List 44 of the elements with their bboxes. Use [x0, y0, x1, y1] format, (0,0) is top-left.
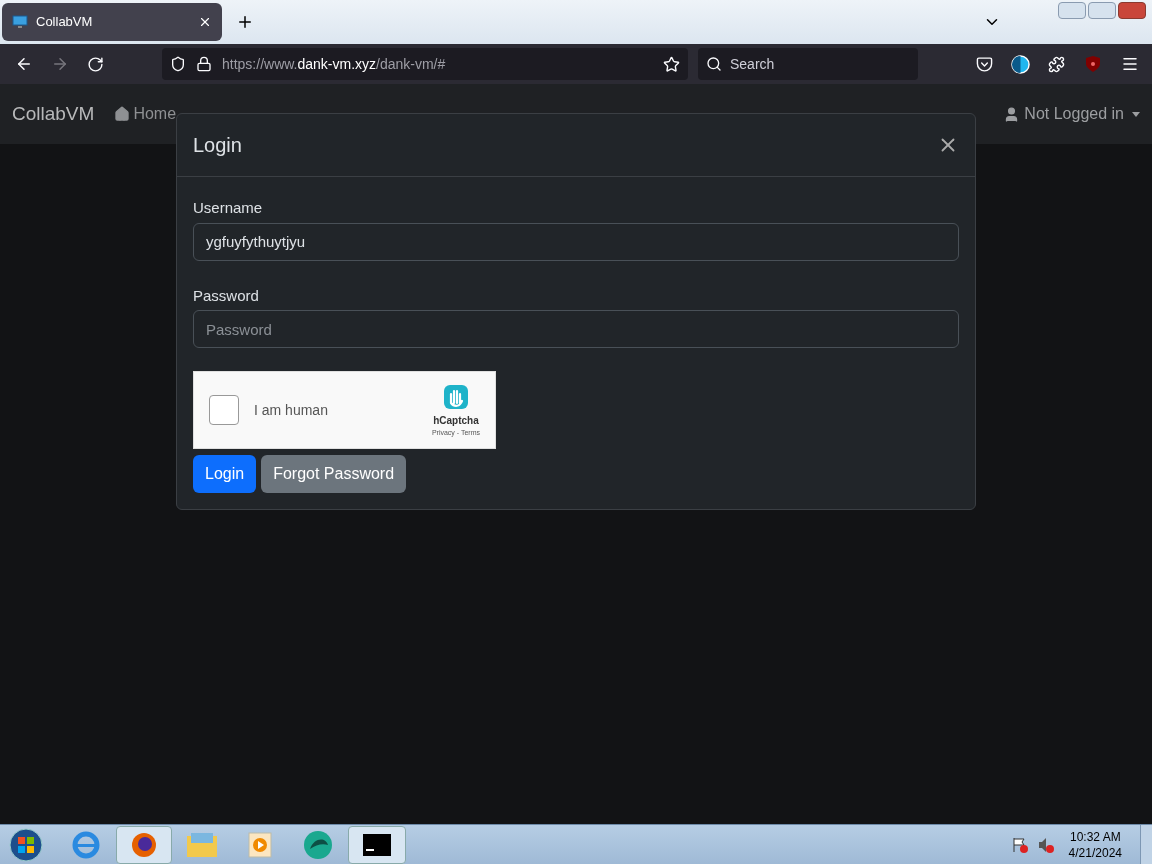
- pocket-icon[interactable]: [976, 55, 993, 73]
- url-text: https://www.dank-vm.xyz/dank-vm/#: [222, 54, 447, 74]
- captcha-brand: hCaptcha: [433, 414, 479, 429]
- nav-link[interactable]: Home: [133, 102, 177, 126]
- clock[interactable]: 10:32 AM 4/21/2024: [1068, 828, 1122, 861]
- login-button[interactable]: Login: [193, 455, 257, 493]
- star-icon[interactable]: [663, 55, 680, 73]
- reload-icon[interactable]: [87, 55, 104, 73]
- home-icon: [114, 106, 131, 122]
- shield-badge-icon[interactable]: [1085, 55, 1101, 73]
- terminal-icon: [363, 833, 391, 856]
- caret-icon[interactable]: [1132, 111, 1140, 117]
- menu-icon[interactable]: [1121, 55, 1139, 73]
- field-label: Password: [193, 285, 260, 306]
- input-field[interactable]: Password: [193, 310, 959, 348]
- user-menu[interactable]: Not Logged in: [1024, 102, 1124, 126]
- taskbar-button[interactable]: [348, 825, 406, 864]
- extensions-icon[interactable]: [1048, 55, 1065, 73]
- forward-icon[interactable]: [51, 55, 69, 73]
- new-tab-icon[interactable]: [236, 13, 254, 31]
- close-button[interactable]: [1118, 2, 1146, 19]
- search-icon: [706, 56, 722, 72]
- address-bar[interactable]: https://www.dank-vm.xyz/dank-vm/#: [162, 48, 688, 80]
- taskbar-button[interactable]: [116, 825, 172, 864]
- back-icon[interactable]: [15, 55, 33, 73]
- search-placeholder: Search: [730, 54, 775, 74]
- browser-tab[interactable]: CollabVM: [2, 3, 222, 41]
- leaf-circle-icon[interactable]: [302, 828, 334, 861]
- flag-icon[interactable]: [1010, 835, 1029, 854]
- captcha-label: I am human: [254, 400, 329, 420]
- circle-icon[interactable]: [1011, 54, 1030, 74]
- field-label: Username: [193, 198, 264, 218]
- brand-link[interactable]: CollabVM: [12, 99, 95, 129]
- monitor-icon: [12, 15, 28, 29]
- lock-icon: [196, 56, 212, 72]
- shield-icon[interactable]: [170, 56, 186, 72]
- dialog-title: Login: [193, 133, 242, 158]
- tab-title: CollabVM: [36, 13, 94, 32]
- search-field[interactable]: Search: [698, 48, 918, 80]
- forgot-password-button[interactable]: Forgot Password: [261, 455, 407, 493]
- start-orb-icon[interactable]: [8, 826, 44, 863]
- captcha-checkbox[interactable]: [209, 395, 239, 425]
- input-field[interactable]: ygfuyfythuytjyu: [193, 222, 959, 261]
- close-icon[interactable]: [198, 15, 212, 29]
